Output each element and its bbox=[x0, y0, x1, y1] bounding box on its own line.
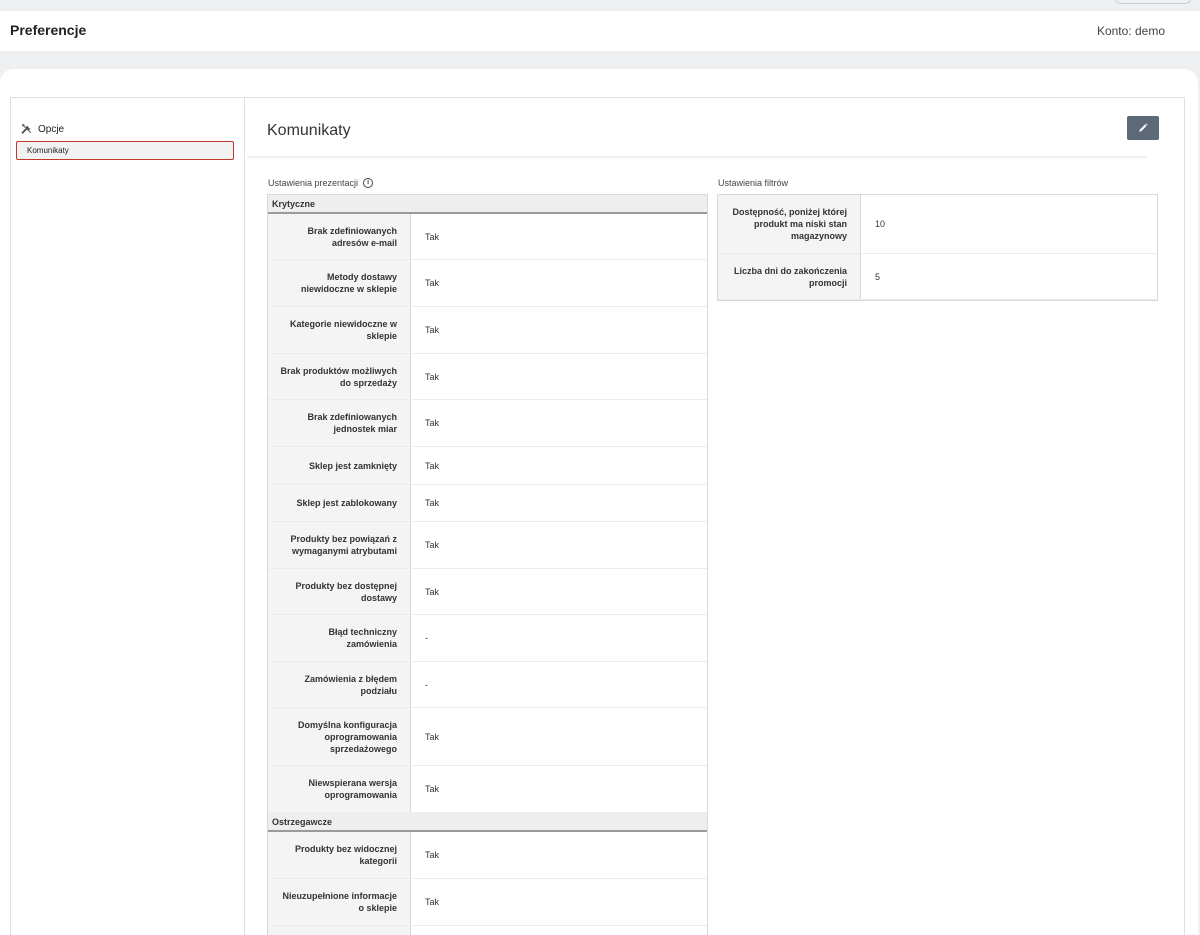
row-value: - bbox=[425, 633, 428, 643]
row-value: Tak bbox=[425, 418, 440, 428]
row-value: Tak bbox=[425, 371, 440, 382]
table-row: Domyślna konfiguracja oprogramowania spr… bbox=[268, 708, 707, 766]
row-value: Tak bbox=[425, 731, 440, 742]
page-header: Preferencje Konto: demo bbox=[0, 11, 1200, 51]
sidebar-heading: Opcje bbox=[21, 122, 64, 136]
row-value: Tak bbox=[425, 897, 440, 907]
info-icon[interactable]: i bbox=[363, 178, 374, 188]
filter-settings-label: Ustawienia filtrów bbox=[718, 178, 788, 188]
filter-row: Dostępność, poniżej której produkt ma ni… bbox=[718, 195, 1157, 254]
row-value: Tak bbox=[425, 325, 440, 335]
table-row: Produkty bez powiązań z wymaganymi atryb… bbox=[268, 522, 707, 569]
presentation-settings-text: Ustawienia prezentacji bbox=[268, 178, 359, 188]
table-row: Zamówienia z błędem podziału - bbox=[268, 662, 707, 708]
row-value: Tak bbox=[425, 278, 440, 288]
row-value: - bbox=[425, 679, 428, 690]
row-value: Tak bbox=[425, 586, 440, 597]
row-label: Brak produktów możliwych do sprzedaży bbox=[268, 354, 411, 399]
row-label: Niewspierana wersja oprogramowania bbox=[268, 766, 411, 812]
account-label[interactable]: Konto: demo bbox=[1097, 24, 1165, 38]
table-row: Produkty bez dostępnej dostawy Tak bbox=[268, 569, 707, 615]
row-label: Produkty bez dostępnej dostawy bbox=[268, 569, 411, 614]
top-strip bbox=[0, 0, 1200, 11]
row-label: Sklep jest zamknięty bbox=[268, 447, 411, 484]
table-row bbox=[268, 926, 707, 935]
row-label: Brak zdefiniowanych jednostek miar bbox=[268, 400, 411, 446]
table-row: Brak zdefiniowanych adresów e-mail Tak bbox=[268, 214, 707, 260]
filter-settings-table: Dostępność, poniżej której produkt ma ni… bbox=[717, 194, 1158, 301]
row-value: Tak bbox=[425, 540, 440, 550]
top-pill-button[interactable] bbox=[1114, 0, 1192, 4]
table-row: Brak zdefiniowanych jednostek miar Tak bbox=[268, 400, 707, 447]
row-label: Produkty bez widocznej kategorii bbox=[268, 832, 411, 878]
table-row: Błąd techniczny zamówienia - bbox=[268, 615, 707, 662]
row-value: Tak bbox=[425, 460, 440, 471]
table-row: Niewspierana wersja oprogramowania Tak bbox=[268, 766, 707, 813]
filter-value: 5 bbox=[875, 271, 881, 282]
row-value: Tak bbox=[425, 784, 440, 794]
filter-row: Liczba dni do zakończenia promocji 5 bbox=[718, 254, 1157, 300]
sidebar: Opcje Komunikaty bbox=[11, 98, 245, 935]
row-value: Tak bbox=[425, 498, 440, 508]
pencil-icon bbox=[1139, 123, 1148, 132]
row-label: Sklep jest zablokowany bbox=[268, 485, 411, 521]
row-label: Produkty bez powiązań z wymaganymi atryb… bbox=[268, 522, 411, 568]
sidebar-heading-label: Opcje bbox=[38, 123, 65, 135]
group-header: Krytyczne bbox=[268, 195, 707, 214]
row-label: Kategorie niewidoczne w sklepie bbox=[268, 307, 411, 353]
row-value: Tak bbox=[425, 850, 440, 860]
row-label bbox=[268, 926, 411, 935]
table-row: Nieuzupełnione informacje o sklepie Tak bbox=[268, 879, 707, 926]
row-label: Metody dostawy niewidoczne w sklepie bbox=[268, 260, 411, 306]
row-value bbox=[411, 926, 707, 935]
sidebar-item-komunikaty[interactable]: Komunikaty bbox=[16, 141, 234, 160]
row-value: Tak bbox=[425, 231, 440, 242]
row-label: Błąd techniczny zamówienia bbox=[268, 615, 411, 661]
edit-button[interactable] bbox=[1127, 116, 1159, 140]
table-row: Kategorie niewidoczne w sklepie Tak bbox=[268, 307, 707, 354]
row-label: Domyślna konfiguracja oprogramowania spr… bbox=[268, 708, 411, 765]
section-title: Komunikaty bbox=[267, 122, 351, 139]
filter-settings-text: Ustawienia filtrów bbox=[718, 178, 789, 188]
row-label: Zamówienia z błędem podziału bbox=[268, 662, 411, 707]
tools-icon bbox=[21, 124, 32, 134]
table-row: Sklep jest zablokowany Tak bbox=[268, 485, 707, 522]
table-row: Sklep jest zamknięty Tak bbox=[268, 447, 707, 485]
row-label: Brak zdefiniowanych adresów e-mail bbox=[268, 214, 411, 259]
group-header: Ostrzegawcze bbox=[268, 813, 707, 832]
page-title: Preferencje bbox=[10, 22, 87, 38]
preferences-panel: Opcje Komunikaty Komunikaty Ustawienia p… bbox=[10, 97, 1185, 935]
filter-label: Liczba dni do zakończenia promocji bbox=[718, 254, 861, 299]
filter-label: Dostępność, poniżej której produkt ma ni… bbox=[718, 195, 861, 253]
row-label: Nieuzupełnione informacje o sklepie bbox=[268, 879, 411, 925]
presentation-settings-label: Ustawienia prezentacji i bbox=[268, 178, 374, 188]
title-separator bbox=[247, 156, 1147, 160]
table-row: Produkty bez widocznej kategorii Tak bbox=[268, 832, 707, 879]
filter-value: 10 bbox=[875, 219, 886, 229]
presentation-settings-table: Krytyczne Brak zdefiniowanych adresów e-m… bbox=[267, 194, 708, 935]
table-row: Brak produktów możliwych do sprzedaży Tak bbox=[268, 354, 707, 400]
table-row: Metody dostawy niewidoczne w sklepie Tak bbox=[268, 260, 707, 307]
